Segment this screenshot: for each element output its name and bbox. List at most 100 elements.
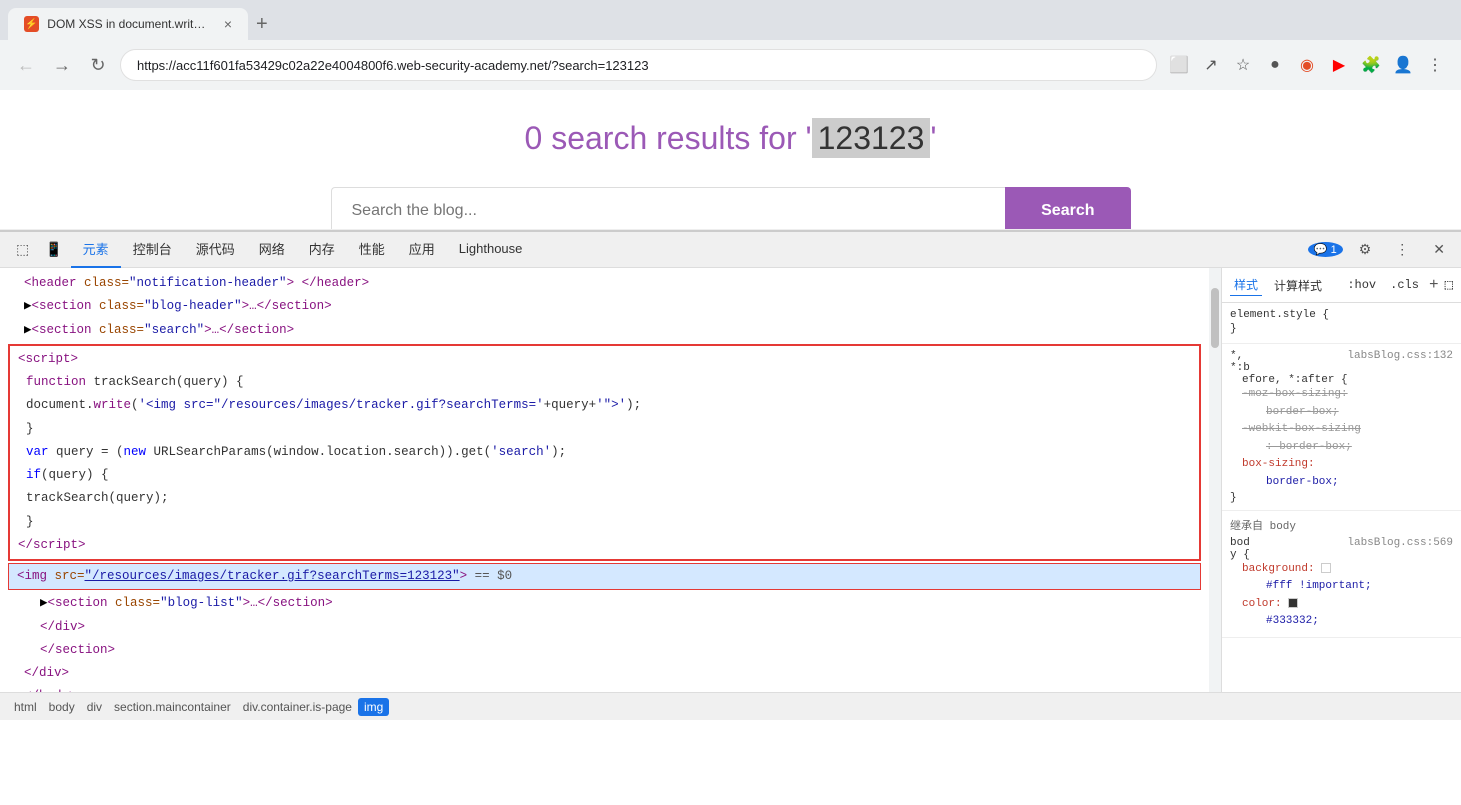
menu-icon[interactable]: ⋮ [1421, 51, 1449, 79]
breadcrumb-body[interactable]: body [43, 698, 81, 716]
dom-line-section-close[interactable]: </section> [0, 639, 1209, 662]
dom-line-div-close2[interactable]: </div> [0, 662, 1209, 685]
collapse-arrow-2[interactable]: ▶ [24, 323, 32, 337]
dom-line-body-close[interactable]: </body> [0, 685, 1209, 692]
search-term-highlight: 123123 [812, 118, 931, 158]
devtools-breadcrumb: html body div section.maincontainer div.… [0, 692, 1461, 720]
breadcrumb-img[interactable]: img [358, 698, 389, 716]
styles-panel: 样式 计算样式 :hov .cls + ⬚ element.style { } … [1221, 268, 1461, 692]
styles-tab-active[interactable]: 样式 [1230, 274, 1262, 296]
universal-rule-header: *, labsBlog.css:132 [1230, 350, 1453, 362]
dom-panel[interactable]: <header class="notification-header"> </h… [0, 268, 1209, 692]
body-y: y { [1230, 549, 1453, 561]
tab-lighthouse[interactable]: Lighthouse [447, 233, 535, 266]
search-bar-area: Search [0, 177, 1461, 230]
results-heading: 0 search results for '123123' [20, 120, 1441, 157]
dom-line-section-blog-header[interactable]: ▶<section class="blog-header">…</section… [0, 295, 1209, 318]
search-input[interactable] [331, 187, 1006, 230]
scrollbar-thumb[interactable] [1211, 288, 1219, 348]
inherited-label: 继承自 body [1230, 517, 1453, 533]
browser-tab[interactable]: ⚡ DOM XSS in document.write s... × [8, 8, 248, 40]
tab-favicon: ⚡ [24, 16, 39, 32]
dom-line-div-close[interactable]: </div> [0, 616, 1209, 639]
script-line-3: } [10, 418, 1199, 441]
devtools-close-btn[interactable]: ✕ [1425, 237, 1453, 262]
script-line-4: var query = (new URLSearchParams(window.… [10, 441, 1199, 464]
tab-console[interactable]: 控制台 [121, 231, 184, 268]
youtube-icon[interactable]: ▶ [1325, 51, 1353, 79]
forward-button[interactable]: → [48, 51, 76, 79]
styles-element-style: element.style { } [1222, 303, 1461, 344]
styles-tab-computed[interactable]: 计算样式 [1270, 275, 1326, 296]
styles-add-rule[interactable]: + [1429, 276, 1439, 294]
tag-header: <header class="notification-header"> </h… [24, 276, 369, 290]
universal-rule-sub: *:b [1230, 362, 1453, 374]
translate-icon[interactable]: ⬜ [1165, 51, 1193, 79]
dom-panel-scrollbar[interactable] [1209, 268, 1221, 692]
script-open-tag[interactable]: <script> [10, 348, 1199, 371]
reload-button[interactable]: ↻ [84, 51, 112, 79]
breadcrumb-div[interactable]: div [81, 698, 108, 716]
styles-prop-color: color: #333332; [1230, 596, 1453, 631]
tab-application[interactable]: 应用 [397, 231, 447, 268]
search-results-heading: 0 search results for '123123' [0, 90, 1461, 177]
search-bar: Search [331, 187, 1131, 230]
script-line-5: if(query) { [10, 464, 1199, 487]
search-button[interactable]: Search [1005, 187, 1130, 230]
address-input[interactable] [120, 49, 1157, 81]
devtools-settings-btn[interactable]: ⚙ [1351, 237, 1380, 262]
devtools-tab-bar: ⬚ 📱 元素 控制台 源代码 网络 内存 性能 应用 Lighthouse 💬 … [0, 232, 1461, 268]
universal-rule-close: } [1230, 492, 1453, 504]
collapse-arrow[interactable]: ▶ [24, 299, 32, 313]
devtools-panel: ⬚ 📱 元素 控制台 源代码 网络 内存 性能 应用 Lighthouse 💬 … [0, 230, 1461, 720]
script-line-1: function trackSearch(query) { [10, 371, 1199, 394]
bookmark-icon[interactable]: ☆ [1229, 51, 1257, 79]
styles-inherited-body: 继承自 body bod labsBlog.css:569 y { backgr… [1222, 511, 1461, 638]
reader-icon[interactable]: ● [1261, 51, 1289, 79]
profile-icon[interactable]: 👤 [1389, 51, 1417, 79]
dom-line-img-selected[interactable]: <img src="/resources/images/tracker.gif?… [8, 563, 1201, 590]
extension-icon[interactable]: 🧩 [1357, 51, 1385, 79]
styles-cls[interactable]: .cls [1386, 276, 1423, 294]
back-button[interactable]: ← [12, 51, 40, 79]
browser-chrome: ⚡ DOM XSS in document.write s... × + ← →… [0, 0, 1461, 90]
devtools-more-btn[interactable]: ⋮ [1387, 237, 1417, 262]
body-rule-header: bod labsBlog.css:569 [1230, 537, 1453, 549]
element-style-header: element.style { [1230, 309, 1453, 321]
script-close-tag[interactable]: </script> [10, 534, 1199, 557]
universal-rule-sub2: efore, *:after { [1230, 374, 1453, 386]
script-content: function trackSearch(query) { document.w… [10, 371, 1199, 534]
devtools-select-tool[interactable]: ⬚ [8, 237, 37, 262]
styles-prop-background: background: #fff !important; [1230, 561, 1453, 596]
tab-close-button[interactable]: × [224, 16, 232, 32]
tab-sources[interactable]: 源代码 [184, 231, 247, 268]
results-text: 0 search results for ' [525, 120, 812, 156]
styles-prop-webkit: -webkit-box-sizing : border-box; [1230, 421, 1453, 456]
toolbar-icons: ⬜ ↗ ☆ ● ◉ ▶ 🧩 👤 ⋮ [1165, 51, 1449, 79]
styles-tabs: 样式 计算样式 :hov .cls + ⬚ [1222, 268, 1461, 303]
page-content: 0 search results for '123123' Search [0, 90, 1461, 230]
dom-line-blog-list[interactable]: ▶<section class="blog-list">…</section> [0, 592, 1209, 615]
styles-hov[interactable]: :hov [1343, 276, 1380, 294]
share-icon[interactable]: ↗ [1197, 51, 1225, 79]
breadcrumb-div-container[interactable]: div.container.is-page [237, 698, 358, 716]
dom-line-section-search[interactable]: ▶<section class="search">…</section> [0, 319, 1209, 342]
tab-bar: ⚡ DOM XSS in document.write s... × + [0, 0, 1461, 40]
tab-network[interactable]: 网络 [247, 231, 297, 268]
breadcrumb-html[interactable]: html [8, 698, 43, 716]
firefox-icon: ◉ [1293, 51, 1321, 79]
new-tab-button[interactable]: + [248, 9, 276, 40]
dom-line-header[interactable]: <header class="notification-header"> </h… [0, 272, 1209, 295]
console-badge: 💬 1 [1308, 242, 1343, 257]
element-style-close: } [1230, 323, 1453, 335]
script-line-2: document.write('<img src="/resources/ima… [10, 394, 1199, 417]
devtools-device-tool[interactable]: 📱 [37, 237, 70, 262]
tab-elements[interactable]: 元素 [71, 231, 121, 268]
results-text-end: ' [930, 120, 936, 156]
script-block: <script> function trackSearch(query) { d… [8, 344, 1201, 561]
styles-prop-box-sizing: box-sizing: border-box; [1230, 456, 1453, 491]
styles-dock-btn[interactable]: ⬚ [1445, 277, 1453, 294]
breadcrumb-section-maincontainer[interactable]: section.maincontainer [108, 698, 237, 716]
tab-performance[interactable]: 性能 [347, 231, 397, 268]
tab-memory[interactable]: 内存 [297, 231, 347, 268]
